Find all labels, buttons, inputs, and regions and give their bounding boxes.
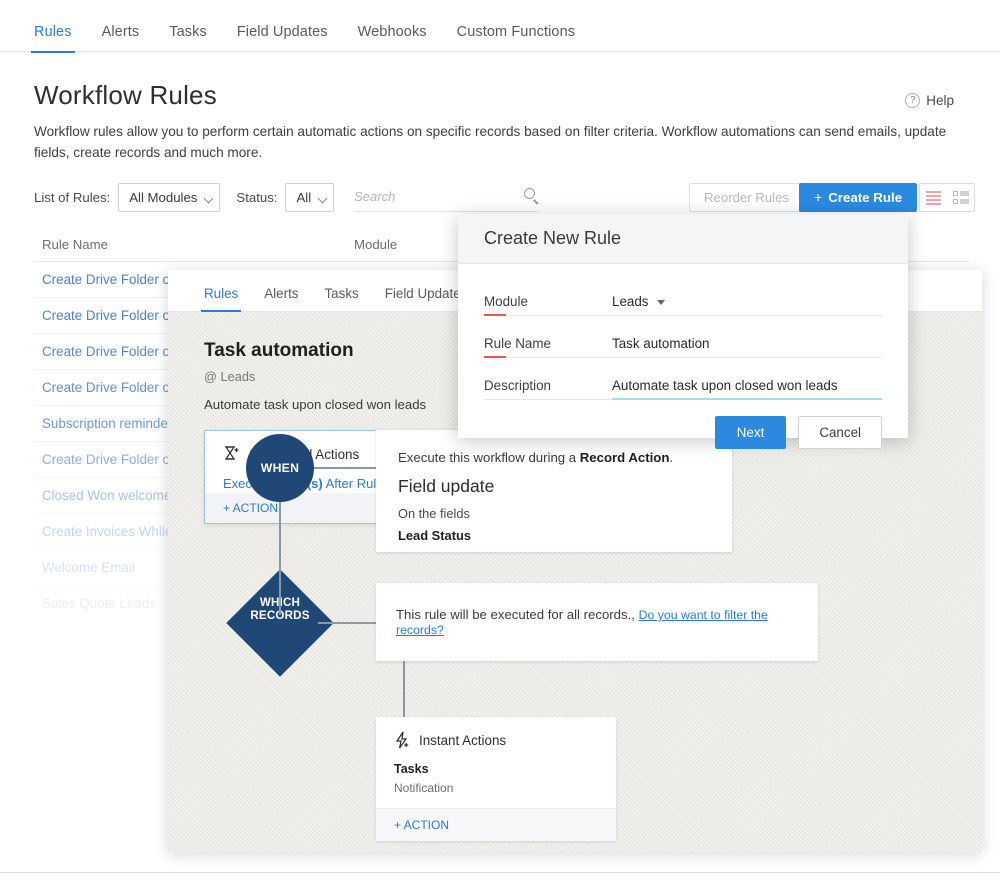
view-mode-toggle[interactable] [919, 183, 975, 212]
trigger-card-heading: Field update [398, 476, 495, 496]
wf-tab-rules[interactable]: Rules [200, 286, 242, 312]
grid-view-icon[interactable] [947, 184, 974, 211]
modal-body: Module Leads Rule Name Task automation D… [458, 264, 908, 400]
workflow-diagram: WHEN WHICH RECORDS Execute this workflow… [204, 430, 982, 850]
page-bottom-divider [0, 872, 1000, 873]
chevron-down-icon [203, 193, 214, 204]
top-nav-tabs: Rules Alerts Tasks Field Updates Webhook… [0, 0, 1000, 53]
wf-tab-alerts[interactable]: Alerts [264, 286, 298, 311]
next-button[interactable]: Next [714, 416, 787, 449]
module-field-label: Module [484, 294, 528, 309]
search-input[interactable] [354, 183, 515, 210]
modal-field-description[interactable]: Description Automate task upon closed wo… [484, 358, 882, 400]
records-criteria-card[interactable]: This rule will be executed for all recor… [376, 583, 818, 661]
column-header-rule-name: Rule Name [42, 237, 108, 252]
rule-name-field-label: Rule Name [484, 336, 551, 351]
modal-footer: Next Cancel [458, 400, 908, 449]
create-new-rule-modal: Create New Rule Module Leads Rule Name T… [458, 214, 908, 449]
lightning-plus-icon [394, 731, 410, 749]
list-view-icon[interactable] [920, 184, 947, 211]
connector-line-vertical [403, 661, 405, 717]
modal-title: Create New Rule [458, 214, 908, 264]
modal-field-rule-name[interactable]: Rule Name Task automation [484, 316, 882, 358]
tab-rules[interactable]: Rules [31, 24, 75, 53]
connector-line-horizontal [314, 467, 376, 469]
module-filter-value: All Modules [129, 190, 198, 205]
instant-actions-add-button[interactable]: + ACTION [376, 808, 616, 841]
page-description: Workflow rules allow you to perform cert… [34, 124, 947, 160]
instant-actions-item: Notification [394, 781, 454, 795]
create-rule-button[interactable]: + Create Rule [799, 183, 918, 212]
tab-tasks[interactable]: Tasks [169, 24, 207, 52]
trigger-prefix: Execute this workflow during a [398, 450, 580, 465]
question-circle-icon: ? [905, 93, 921, 108]
module-filter-select[interactable]: All Modules [118, 183, 221, 212]
tab-custom-functions[interactable]: Custom Functions [457, 24, 575, 52]
list-of-rules-label: List of Rules: [34, 190, 111, 205]
wf-tab-field-updates[interactable]: Field Updates [385, 286, 468, 311]
description-input[interactable]: Automate task upon closed won leads [612, 378, 882, 400]
trigger-bold: Record Action [579, 450, 670, 465]
app-page: Rules Alerts Tasks Field Updates Webhook… [0, 0, 1000, 880]
help-label: Help [926, 93, 954, 108]
create-rule-label: Create Rule [828, 190, 903, 205]
connector-line-vertical [279, 502, 281, 615]
node-when[interactable]: WHEN [246, 434, 314, 502]
caret-down-icon[interactable] [657, 299, 666, 305]
status-filter-value: All [296, 190, 312, 205]
module-value-text: Leads [612, 294, 649, 309]
rule-name-input[interactable]: Task automation [612, 336, 882, 358]
status-filter-select[interactable]: All [285, 183, 335, 212]
tab-webhooks[interactable]: Webhooks [358, 24, 427, 52]
hourglass-plus-icon [223, 445, 240, 463]
status-label: Status: [236, 190, 278, 205]
instant-actions-top: Instant Actions Tasks Notification [376, 717, 616, 808]
instant-actions-header: Instant Actions [394, 731, 598, 749]
help-link[interactable]: ? Help [905, 93, 954, 108]
module-field-value[interactable]: Leads [612, 294, 882, 316]
records-text: This rule will be executed for all recor… [396, 607, 635, 622]
wf-tab-tasks[interactable]: Tasks [324, 286, 358, 311]
search-field[interactable] [354, 183, 540, 212]
page-title: Workflow Rules [34, 80, 217, 110]
search-icon [524, 188, 536, 199]
focused-field-underline [612, 398, 882, 400]
plus-icon: + [814, 189, 823, 205]
trigger-card-sub: On the fields [398, 506, 470, 521]
reorder-rules-button[interactable]: Reorder Rules [689, 183, 805, 212]
cancel-button[interactable]: Cancel [798, 416, 882, 449]
tab-alerts[interactable]: Alerts [102, 24, 140, 52]
connector-line-horizontal [318, 622, 376, 624]
rules-toolbar: List of Rules: All Modules Status: All R… [34, 183, 975, 212]
top-navigation-bar: Rules Alerts Tasks Field Updates Webhook… [0, 0, 1000, 53]
instant-actions-section: Tasks [394, 762, 429, 776]
trigger-card-line: Execute this workflow during a Record Ac… [398, 450, 710, 465]
modal-field-module[interactable]: Module Leads [484, 274, 882, 316]
trigger-suffix: . [669, 450, 674, 465]
records-criteria-text: This rule will be executed for all recor… [396, 607, 818, 637]
instant-actions-card[interactable]: Instant Actions Tasks Notification + ACT… [376, 717, 616, 841]
trigger-card-field: Lead Status [398, 528, 472, 543]
instant-actions-title: Instant Actions [419, 732, 507, 748]
description-field-label: Description [484, 378, 551, 393]
chevron-down-icon [317, 193, 328, 204]
tab-field-updates[interactable]: Field Updates [237, 24, 328, 52]
